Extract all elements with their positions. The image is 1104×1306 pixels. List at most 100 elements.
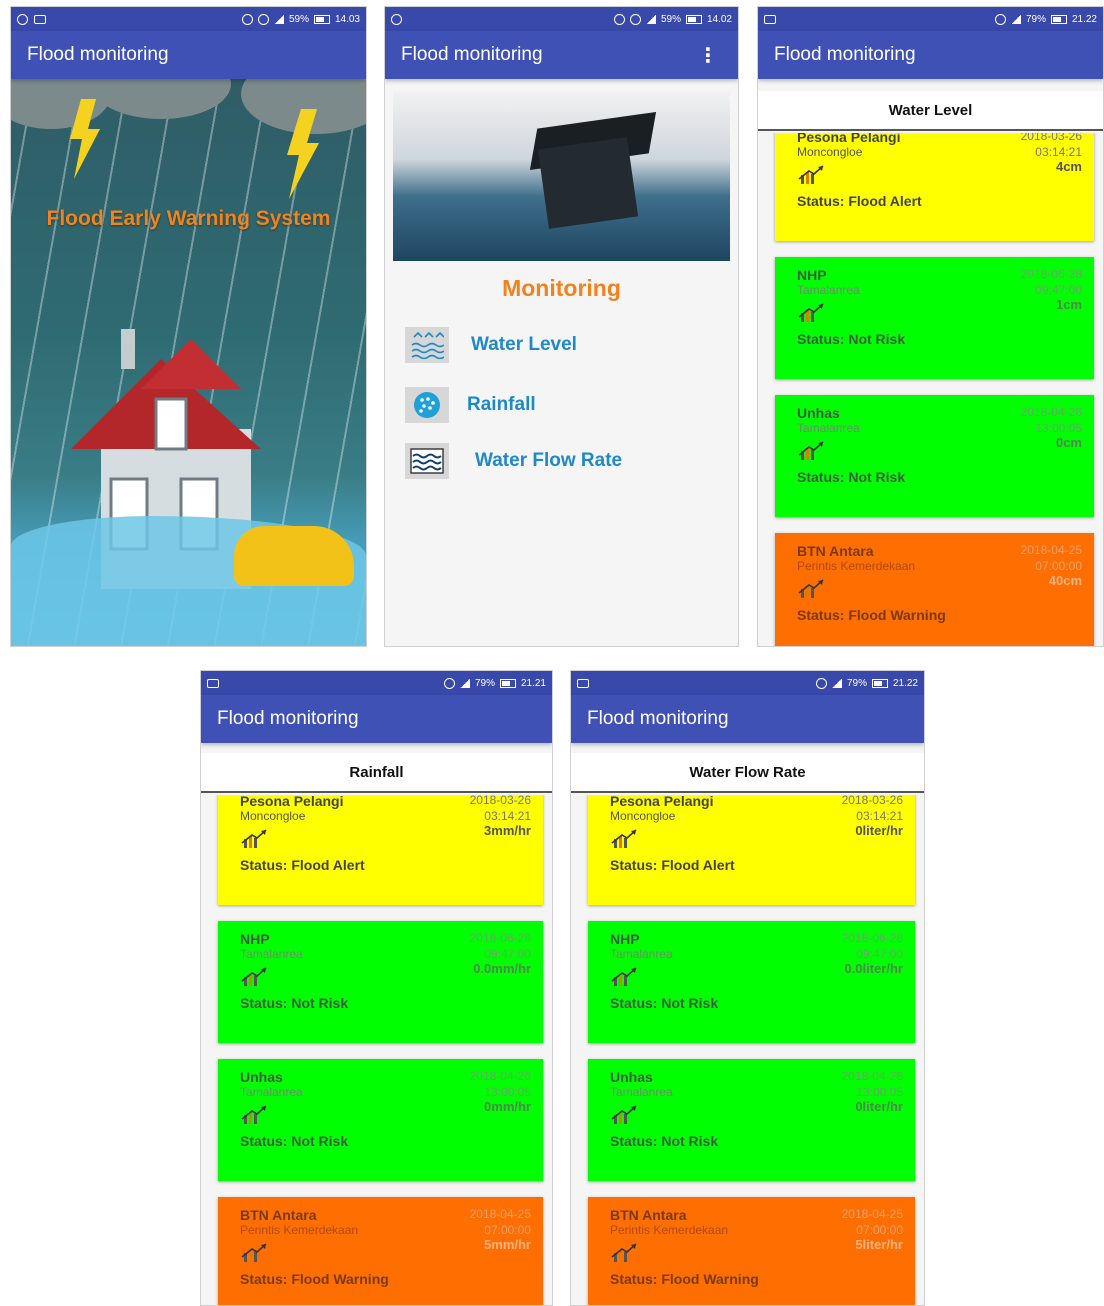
station-card[interactable]: Pesona Pelangi 2018-03-26 Moncongloe 03:14:…	[218, 795, 543, 905]
alarm-icon	[257, 13, 269, 25]
lightning-icon	[70, 99, 100, 179]
reading-value: 1cm	[1055, 297, 1082, 312]
rainfall-icon	[405, 387, 449, 423]
status-label: Status: Not Risk	[797, 469, 906, 485]
station-area: Moncongloe	[797, 145, 863, 159]
trend-chart-icon	[241, 829, 267, 848]
station-name: Pesona Pelangi	[610, 795, 714, 809]
menu-item-label: Rainfall	[467, 394, 536, 415]
signal-icon	[1010, 14, 1021, 24]
station-name: Unhas	[610, 1069, 653, 1085]
clock: 14.03	[334, 13, 360, 25]
reading-value: 0mm/hr	[484, 1099, 531, 1114]
battery-icon	[1050, 14, 1067, 24]
car-graphic	[234, 526, 354, 586]
reading-time: 03:14:21	[856, 809, 903, 823]
station-area: Perintis Kemerdekaan	[610, 1223, 729, 1237]
gallery-icon	[207, 678, 219, 688]
clock: 21.22	[892, 677, 918, 689]
station-card[interactable]: Unhas 2018-04-26 Tamalanrea 13:00:05 0liter/…	[588, 1059, 915, 1181]
app-title: Flood monitoring	[587, 708, 729, 729]
station-list[interactable]: Pesona Pelangi 2018-03-26 Moncongloe 03:14:…	[201, 795, 552, 1305]
app-title: Flood monitoring	[401, 44, 543, 65]
trend-chart-icon	[798, 165, 824, 184]
whatsapp-icon	[17, 13, 28, 25]
status-label: Status: Flood Warning	[797, 607, 946, 623]
trend-chart-icon	[611, 829, 637, 848]
station-area: Tamalanrea	[797, 421, 860, 435]
menu-item-water-level[interactable]: Water Level	[405, 325, 718, 365]
reading-date: 2018-06-28	[841, 931, 903, 945]
station-name: NHP	[797, 267, 827, 283]
screen-heading: Rainfall	[201, 753, 552, 793]
reading-time: 13:00:05	[484, 1085, 531, 1099]
gallery-icon	[34, 14, 46, 24]
station-card[interactable]: Pesona Pelangi 2018-03-26 Moncongloe 03:14:…	[588, 795, 915, 905]
station-area: Perintis Kemerdekaan	[797, 559, 916, 573]
reading-date: 2018-06-28	[469, 931, 531, 945]
water-level-screen: 79% 21.22 Flood monitoring Water Level P…	[757, 6, 1104, 647]
status-bar: 79% 21.22	[571, 671, 924, 695]
reading-value: 0cm	[1055, 435, 1082, 450]
reading-date: 2018-04-26	[469, 1069, 531, 1083]
reading-time: 07:00:00	[856, 1223, 903, 1237]
station-card[interactable]: BTN Antara 2018-04-25 Perintis Kemerdekaan…	[588, 1197, 915, 1305]
app-bar: Flood monitoring	[758, 31, 1103, 79]
station-card[interactable]: NHP 2018-06-28 Tamalanrea 09:47:00 0.0liter/…	[588, 921, 915, 1043]
monitoring-heading: Monitoring	[502, 275, 621, 301]
signal-icon	[273, 14, 284, 24]
status-label: Status: Flood Alert	[240, 857, 365, 873]
status-label: Status: Not Risk	[797, 331, 906, 347]
trend-chart-icon	[798, 303, 824, 322]
station-card[interactable]: BTN Antara 2018-04-25 Perintis Kemerdekaan…	[775, 533, 1094, 646]
screen-heading: Water Flow Rate	[571, 753, 924, 793]
reading-date: 2018-04-25	[1020, 543, 1082, 557]
reading-time: 03:14:21	[1035, 145, 1082, 159]
reading-time: 13:00:05	[1035, 421, 1082, 435]
data-saver-icon	[613, 13, 625, 25]
station-card[interactable]: BTN Antara 2018-04-25 Perintis Kemerdekaan…	[218, 1197, 543, 1305]
gallery-icon	[577, 678, 589, 688]
battery-percent: 79%	[474, 677, 495, 689]
station-list[interactable]: Pesona Pelangi 2018-03-26 Moncongloe 03:14:…	[758, 133, 1103, 646]
app-bar: Flood monitoring	[11, 31, 366, 79]
status-label: Status: Not Risk	[240, 995, 349, 1011]
menu-item-water-flow-rate[interactable]: Water Flow Rate	[405, 441, 718, 481]
app-bar: Flood monitoring ⋮	[385, 31, 738, 79]
trend-chart-icon	[611, 1243, 637, 1262]
menu-item-rainfall[interactable]: Rainfall	[405, 385, 718, 425]
app-title: Flood monitoring	[774, 44, 916, 65]
menu-item-label: Water Flow Rate	[475, 450, 623, 471]
signal-icon	[645, 14, 656, 24]
reading-time: 13:00:05	[856, 1085, 903, 1099]
flooded-house-photo	[393, 91, 730, 261]
station-list[interactable]: Pesona Pelangi 2018-03-26 Moncongloe 03:14:…	[571, 795, 924, 1305]
reading-date: 2018-04-25	[469, 1207, 531, 1221]
station-card[interactable]: Pesona Pelangi 2018-03-26 Moncongloe 03:14:…	[775, 133, 1094, 241]
status-label: Status: Not Risk	[240, 1133, 349, 1149]
clock: 14.02	[706, 13, 732, 25]
reading-value: 0liter/hr	[855, 1099, 903, 1114]
station-area: Tamalanrea	[610, 1085, 673, 1099]
overflow-menu-icon[interactable]: ⋮	[694, 43, 722, 68]
clock: 21.22	[1071, 13, 1097, 25]
station-card[interactable]: Unhas 2018-04-26 Tamalanrea 13:00:05 0cm Stat…	[775, 395, 1094, 517]
app-title: Flood monitoring	[27, 44, 169, 65]
station-name: BTN Antara	[240, 1207, 317, 1223]
reading-time: 07:00:00	[484, 1223, 531, 1237]
signal-icon	[831, 678, 842, 688]
reading-date: 2018-06-28	[1020, 267, 1082, 281]
gallery-icon	[764, 14, 776, 24]
trend-chart-icon	[241, 1105, 267, 1124]
status-bar: 59% 14.03	[11, 7, 366, 31]
water-flow-rate-screen: 79% 21.22 Flood monitoring Water Flow Ra…	[570, 670, 925, 1306]
station-card[interactable]: Unhas 2018-04-26 Tamalanrea 13:00:05 0mm/hr S…	[218, 1059, 543, 1181]
station-card[interactable]: NHP 2018-06-28 Tamalanrea 09:47:00 0.0mm/hr S…	[218, 921, 543, 1043]
trend-chart-icon	[611, 1105, 637, 1124]
station-name: NHP	[610, 931, 640, 947]
reading-date: 2018-04-26	[1020, 405, 1082, 419]
station-card[interactable]: NHP 2018-06-28 Tamalanrea 09:47:00 1cm Status…	[775, 257, 1094, 379]
status-label: Status: Flood Warning	[610, 1271, 759, 1287]
station-name: NHP	[240, 931, 270, 947]
reading-date: 2018-04-25	[841, 1207, 903, 1221]
